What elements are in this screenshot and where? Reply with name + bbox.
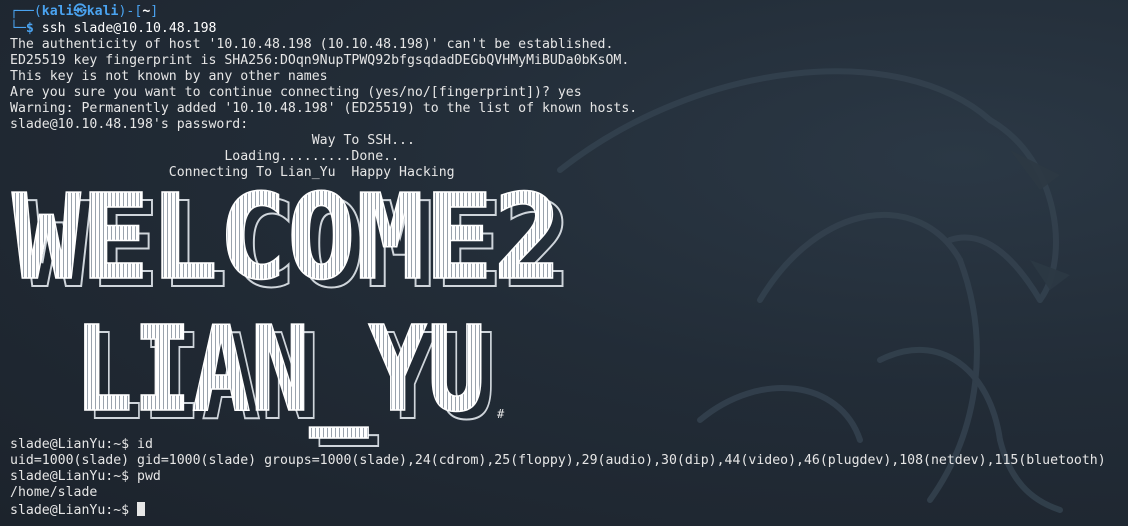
session-line: /home/slade bbox=[10, 485, 98, 500]
banner-hash: # bbox=[497, 407, 505, 421]
terminal-window[interactable]: ┌──(kali㉿kali)-[~] └─$ ssh slade@10.10.4… bbox=[0, 0, 1128, 526]
session-line: slade@LianYu:~$ pwd bbox=[10, 469, 161, 484]
banner-line2: LIAN_YU bbox=[74, 300, 486, 438]
final-prompt: slade@LianYu:~$ bbox=[10, 503, 138, 518]
final-prompt-line[interactable]: slade@LianYu:~$ bbox=[10, 502, 146, 518]
terminal-cursor[interactable] bbox=[137, 502, 146, 516]
session-line: slade@LianYu:~$ id bbox=[10, 437, 153, 452]
session-line: uid=1000(slade) gid=1000(slade) groups=1… bbox=[10, 453, 1106, 468]
ascii-banner: WELCOME2 WELCOME2 LIAN_YU LIAN_YU # bbox=[11, 167, 573, 447]
banner-line1: WELCOME2 bbox=[12, 168, 562, 306]
